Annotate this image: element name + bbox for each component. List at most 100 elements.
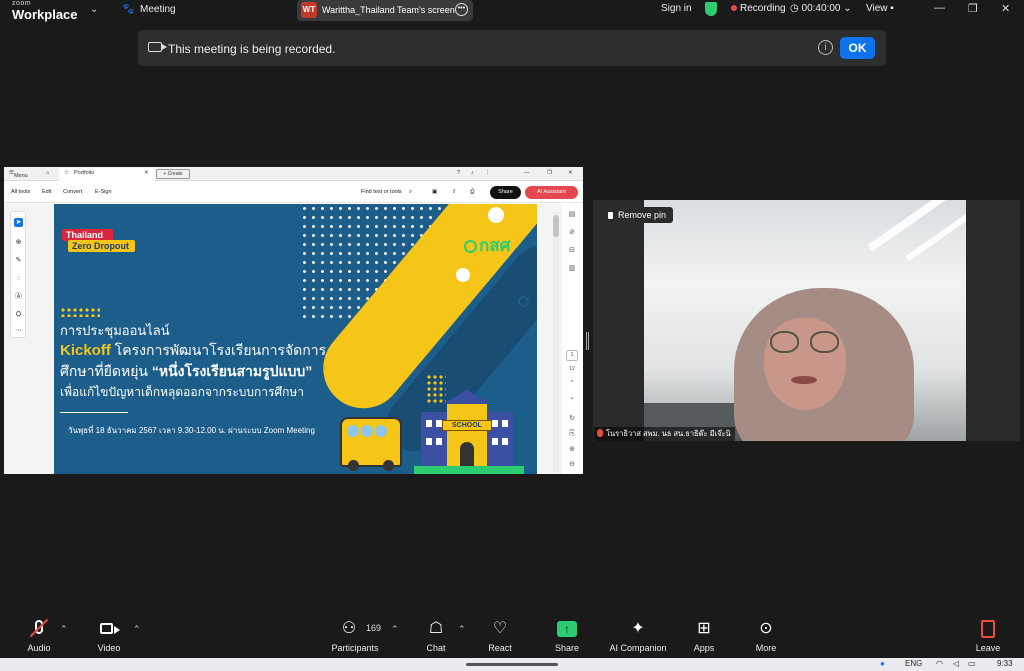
- esign-button[interactable]: E-Sign: [95, 189, 112, 195]
- pages-icon[interactable]: ▥: [567, 264, 577, 274]
- upload-icon[interactable]: ⇧: [452, 189, 457, 195]
- more-options-icon[interactable]: •••: [455, 3, 468, 16]
- glasses-right: [810, 331, 839, 353]
- acrobat-toolbar: All tools Edit Convert E-Sign Find text …: [4, 182, 583, 203]
- link-icon[interactable]: ⊘: [567, 228, 577, 238]
- chevron-down-icon[interactable]: ⌄: [90, 4, 98, 15]
- ai-companion-button[interactable]: ✦ AI Companion: [608, 612, 668, 658]
- leave-button[interactable]: Leave: [958, 612, 1018, 658]
- grid-icon[interactable]: ⋮: [485, 170, 491, 176]
- participants-button[interactable]: ⚇ 169 Participants: [325, 612, 385, 658]
- text-box-icon[interactable]: Ⓐ: [14, 292, 23, 301]
- bus-window: [361, 425, 373, 437]
- react-button[interactable]: ♡ React: [470, 612, 530, 658]
- minimize-icon[interactable]: —: [934, 2, 945, 14]
- create-button[interactable]: + Create: [156, 169, 190, 179]
- video-label: Video: [97, 643, 121, 653]
- zoom-in-icon[interactable]: ⊕: [567, 445, 577, 455]
- current-page-field[interactable]: 1: [566, 350, 578, 361]
- save-icon[interactable]: ▣: [432, 189, 437, 195]
- close-icon[interactable]: ✕: [1001, 2, 1010, 15]
- sign-in-link[interactable]: Sign in: [661, 3, 692, 14]
- all-tools-button[interactable]: All tools: [11, 189, 30, 195]
- poster-divider: [60, 412, 128, 413]
- school-window: [426, 420, 432, 427]
- find-tools-field[interactable]: Find text or tools: [361, 189, 402, 195]
- audio-options-caret[interactable]: ⌃: [60, 624, 68, 635]
- share-button[interactable]: Share: [490, 186, 521, 199]
- participants-options-caret[interactable]: ⌃: [391, 624, 399, 635]
- page-up-icon[interactable]: ⌃: [567, 379, 577, 389]
- close-icon[interactable]: ✕: [568, 170, 573, 176]
- video-options-caret[interactable]: ⌃: [133, 624, 141, 635]
- resize-splitter[interactable]: [586, 332, 589, 350]
- battery-icon[interactable]: ▭: [968, 659, 976, 668]
- recording-message: This meeting is being recorded.: [168, 42, 336, 56]
- meeting-timer[interactable]: ◷ 00:40:00 ⌄: [790, 3, 852, 14]
- microphone-icon[interactable]: ●: [880, 659, 885, 668]
- participant-video-tile[interactable]: [593, 200, 1020, 441]
- minimize-icon[interactable]: —: [524, 170, 530, 176]
- wifi-icon[interactable]: ◠: [936, 659, 943, 668]
- close-tab-icon[interactable]: ✕: [144, 170, 149, 176]
- rotate-icon[interactable]: ↻: [567, 414, 577, 424]
- shield-icon[interactable]: [705, 2, 717, 16]
- lasso-icon[interactable]: ◌: [14, 274, 23, 283]
- ai-assistant-button[interactable]: AI Assistant: [525, 186, 578, 199]
- extract-icon[interactable]: ⎘: [567, 429, 577, 439]
- help-icon[interactable]: ?: [457, 170, 460, 176]
- pen-icon[interactable]: ✎: [14, 256, 23, 265]
- right-tool-rail: ▤ ⊘ ⊟ ▥ 1 12 ⌃ ⌄ ↻ ⎘ ⊕ ⊖: [562, 204, 583, 474]
- bus-window: [375, 425, 387, 437]
- language-indicator[interactable]: ENG: [905, 659, 922, 668]
- menu-item[interactable]: ☰ Menu: [9, 170, 28, 179]
- chat-options-caret[interactable]: ⌃: [458, 624, 466, 635]
- zoom-out-icon[interactable]: ⊖: [567, 460, 577, 470]
- chat-button[interactable]: ☖ Chat: [406, 612, 466, 658]
- school-bus-illustration: [340, 417, 402, 471]
- remove-pin-button[interactable]: Remove pin: [602, 207, 673, 223]
- school-window: [492, 420, 498, 427]
- video-button[interactable]: Video: [79, 612, 139, 658]
- bookmark-icon[interactable]: ⊟: [567, 246, 577, 256]
- zoom-logo[interactable]: zoom Workplace: [12, 0, 78, 21]
- stamp-icon[interactable]: ⛭: [14, 310, 23, 319]
- clock[interactable]: 9:33: [997, 659, 1013, 668]
- edit-button[interactable]: Edit: [42, 189, 51, 195]
- leave-icon: [978, 620, 998, 638]
- paw-icon: 🐾: [122, 4, 135, 15]
- scrollbar-thumb[interactable]: [553, 215, 559, 237]
- info-icon[interactable]: i: [818, 40, 833, 55]
- apps-button[interactable]: ⊞ Apps: [674, 612, 734, 658]
- bell-icon[interactable]: ♪: [471, 170, 474, 176]
- shared-screen-pill[interactable]: WT Warittha_Thailand Team's screen •••: [297, 0, 473, 21]
- kss-logo: กสศ: [464, 232, 510, 259]
- browser-tab-bar: ☰ Menu ⌂ ☆ Portfolio ✕ + Create ? ♪ ⋮ — …: [4, 167, 583, 181]
- recording-indicator[interactable]: Recording: [731, 3, 786, 14]
- select-cursor-icon[interactable]: ➤: [14, 218, 23, 227]
- meeting-menu[interactable]: 🐾 Meeting: [122, 4, 176, 15]
- leave-label: Leave: [975, 643, 1001, 653]
- zoom-tool-icon[interactable]: ⊕: [14, 238, 23, 247]
- document-scrollbar[interactable]: [553, 212, 559, 472]
- audio-button[interactable]: Audio: [9, 612, 69, 658]
- search-icon[interactable]: ⌕: [409, 189, 412, 196]
- convert-button[interactable]: Convert: [63, 189, 82, 195]
- taskbar-handle[interactable]: [466, 663, 558, 666]
- comment-icon[interactable]: ▤: [567, 210, 577, 220]
- page-down-icon[interactable]: ⌄: [567, 393, 577, 403]
- ok-button[interactable]: OK: [840, 37, 875, 59]
- restore-icon[interactable]: ❐: [968, 2, 978, 15]
- volume-icon[interactable]: ◁: [953, 659, 959, 668]
- share-screen-button[interactable]: ↑ Share: [537, 612, 597, 658]
- participants-count: 169: [366, 623, 382, 633]
- restore-icon[interactable]: ❐: [547, 170, 552, 176]
- shared-screen[interactable]: ☰ Menu ⌂ ☆ Portfolio ✕ + Create ? ♪ ⋮ — …: [4, 167, 583, 474]
- more-button[interactable]: ⊙ More: [736, 612, 796, 658]
- chat-icon: ☖: [428, 620, 444, 637]
- print-icon[interactable]: ⎙: [470, 189, 474, 196]
- home-icon[interactable]: ⌂: [46, 170, 49, 176]
- view-label: View: [866, 3, 888, 14]
- more-tools-icon[interactable]: ⋯: [14, 326, 23, 335]
- view-menu[interactable]: View ▪: [866, 3, 894, 14]
